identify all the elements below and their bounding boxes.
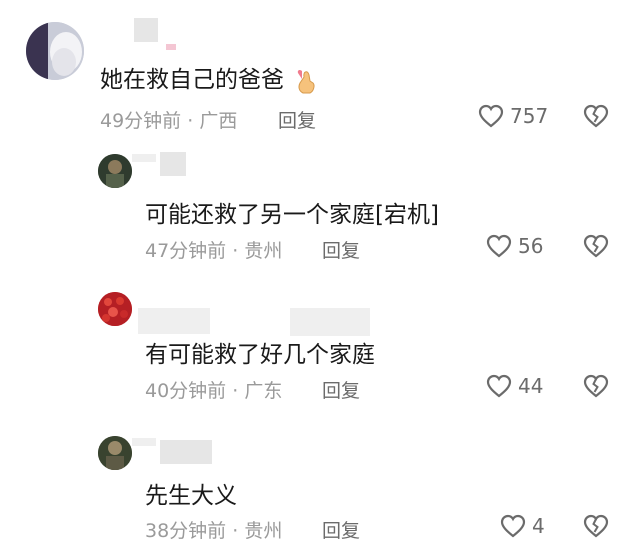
like-count: 4 <box>532 514 545 538</box>
heart-outline-icon <box>486 374 512 398</box>
comment-meta: 49分钟前 · 广西 <box>100 110 238 132</box>
comment-text: 有可能救了好几个家庭 <box>145 342 375 368</box>
username-redacted[interactable] <box>134 18 158 42</box>
heart-outline-icon <box>486 234 512 258</box>
dislike-button[interactable] <box>583 104 609 128</box>
avatar[interactable] <box>98 436 132 470</box>
dislike-button[interactable] <box>583 374 609 398</box>
like-button[interactable]: 44 <box>486 374 543 398</box>
broken-heart-icon <box>583 374 609 398</box>
username-redacted <box>132 438 156 446</box>
broken-heart-icon <box>583 104 609 128</box>
comment-4: 先生大义 38分钟前 · 贵州 回复 4 <box>0 420 640 543</box>
dislike-button[interactable] <box>583 514 609 538</box>
username-redacted[interactable] <box>160 152 186 176</box>
comment-meta: 47分钟前 · 贵州 <box>145 240 283 262</box>
like-count: 56 <box>518 234 544 258</box>
like-count: 757 <box>510 104 549 128</box>
finger-heart-icon <box>293 67 317 95</box>
like-button[interactable]: 757 <box>478 104 548 128</box>
username-redacted <box>166 44 176 50</box>
username-redacted[interactable] <box>138 308 210 334</box>
dislike-button[interactable] <box>583 234 609 258</box>
comment-text: 先生大义 <box>145 483 237 509</box>
username-redacted <box>290 308 370 336</box>
avatar[interactable] <box>98 154 132 188</box>
reply-button[interactable]: 回复 <box>322 516 360 543</box>
username-redacted <box>132 154 156 162</box>
like-button[interactable]: 4 <box>500 514 545 538</box>
comment-meta: 40分钟前 · 广东 <box>145 380 283 402</box>
avatar[interactable] <box>26 22 84 80</box>
heart-outline-icon <box>478 104 504 128</box>
like-count: 44 <box>518 374 544 398</box>
avatar[interactable] <box>98 292 132 326</box>
comment-text: 可能还救了另一个家庭[宕机] <box>145 202 439 228</box>
like-button[interactable]: 56 <box>486 234 543 258</box>
username-redacted[interactable] <box>160 440 212 464</box>
reply-button[interactable]: 回复 <box>278 106 316 133</box>
comment-1: 她在救自己的爸爸 49分钟前 · 广西 回复 757 <box>0 0 640 140</box>
broken-heart-icon <box>583 514 609 538</box>
comment-meta: 38分钟前 · 贵州 <box>145 520 283 542</box>
heart-outline-icon <box>500 514 526 538</box>
comment-text: 她在救自己的爸爸 <box>100 60 317 95</box>
reply-button[interactable]: 回复 <box>322 236 360 263</box>
comment-2: 可能还救了另一个家庭[宕机] 47分钟前 · 贵州 回复 56 <box>0 140 640 270</box>
comment-3: 有可能救了好几个家庭 40分钟前 · 广东 回复 44 <box>0 280 640 415</box>
broken-heart-icon <box>583 234 609 258</box>
reply-button[interactable]: 回复 <box>322 376 360 403</box>
